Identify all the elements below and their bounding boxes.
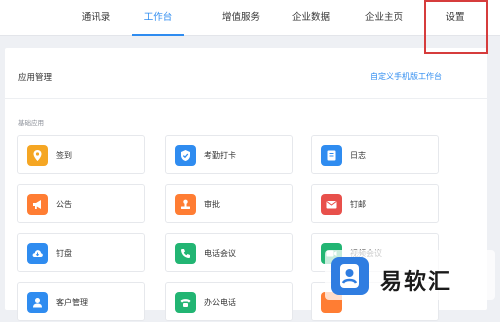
tab-value-added-services[interactable]: 增值服务 — [216, 0, 266, 36]
app-tile-approval[interactable]: 审批 — [165, 184, 293, 223]
telephone-icon — [175, 292, 196, 313]
stamp-icon — [175, 194, 196, 215]
app-label: 钉盘 — [56, 249, 72, 258]
app-label: 签到 — [56, 151, 72, 160]
megaphone-icon — [27, 194, 48, 215]
notebook-icon — [321, 145, 342, 166]
app-label: 考勤打卡 — [204, 151, 236, 160]
app-tile-checkin[interactable]: 签到 — [17, 135, 145, 174]
app-label: 办公电话 — [204, 298, 236, 307]
app-label: 客户管理 — [56, 298, 88, 307]
app-label: 审批 — [204, 200, 220, 209]
watermark-logo-icon — [330, 256, 372, 300]
app-tile-dingpan[interactable]: 钉盘 — [17, 233, 145, 272]
shield-check-icon — [175, 145, 196, 166]
customize-mobile-workbench-link[interactable]: 自定义手机版工作台 — [370, 71, 442, 82]
watermark-text: 易软汇 — [380, 270, 453, 295]
cloud-disk-icon — [27, 243, 48, 264]
section-title: 应用管理 — [18, 73, 53, 83]
app-label: 公告 — [56, 200, 72, 209]
mail-icon — [321, 194, 342, 215]
app-label: 钉邮 — [350, 200, 366, 209]
divider — [5, 98, 487, 99]
basic-apps-label: 基础应用 — [18, 119, 44, 127]
app-tile-dingmail[interactable]: 钉邮 — [311, 184, 439, 223]
tab-enterprise-data[interactable]: 企业数据 — [286, 0, 336, 36]
app-tile-customer-management[interactable]: 客户管理 — [17, 282, 145, 321]
app-tile-conference-call[interactable]: 电话会议 — [165, 233, 293, 272]
tab-enterprise-homepage[interactable]: 企业主页 — [359, 0, 409, 36]
phone-icon — [175, 243, 196, 264]
app-label: 日志 — [350, 151, 366, 160]
app-tile-attendance[interactable]: 考勤打卡 — [165, 135, 293, 174]
user-icon — [27, 292, 48, 313]
app-label: 电话会议 — [204, 249, 236, 258]
highlight-box — [424, 0, 488, 54]
app-tile-announcement[interactable]: 公告 — [17, 184, 145, 223]
tab-workbench[interactable]: 工作台 — [130, 0, 186, 36]
tab-contacts[interactable]: 通讯录 — [76, 0, 116, 36]
location-pin-icon — [27, 145, 48, 166]
app-tile-office-phone[interactable]: 办公电话 — [165, 282, 293, 321]
app-tile-log[interactable]: 日志 — [311, 135, 439, 174]
